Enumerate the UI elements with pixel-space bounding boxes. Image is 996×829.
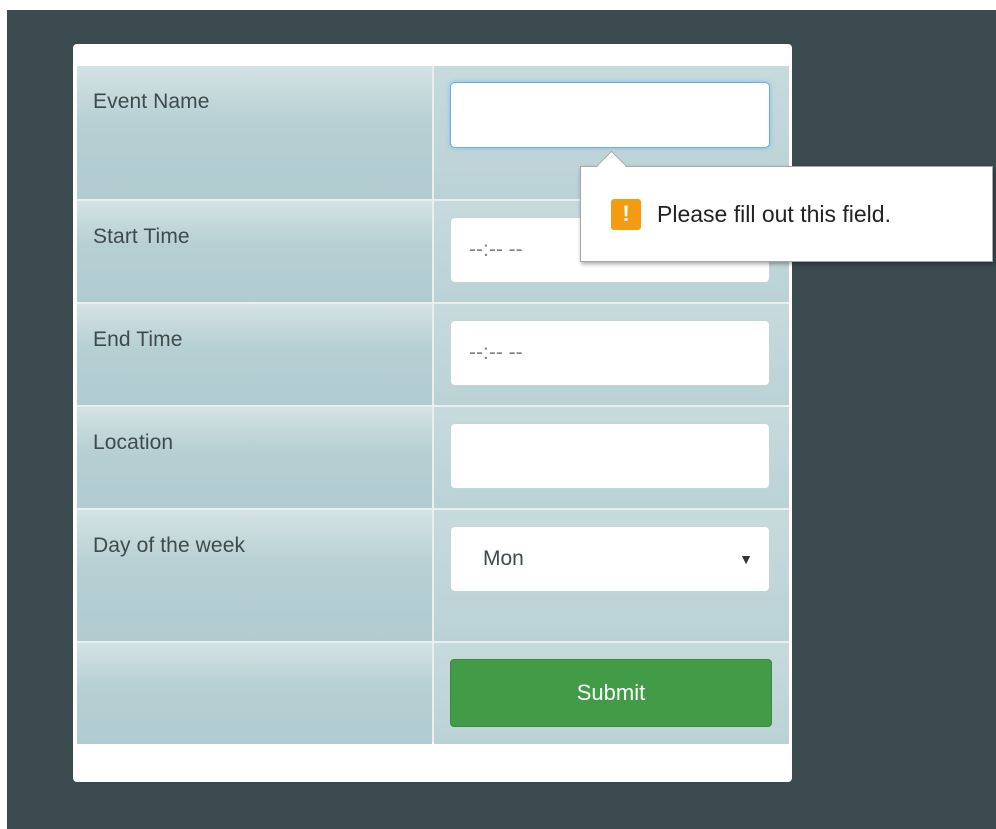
submit-button[interactable]: Submit <box>450 659 772 727</box>
location-input[interactable] <box>450 423 770 489</box>
event-name-label: Event Name <box>77 66 432 199</box>
day-of-week-select[interactable]: Mon ▼ <box>450 526 770 592</box>
day-of-week-label: Day of the week <box>77 510 432 641</box>
end-time-input[interactable]: --:-- -- <box>450 320 770 386</box>
submit-cell: Submit <box>434 643 789 744</box>
dropdown-caret-icon: ▼ <box>739 551 753 567</box>
warning-icon: ! <box>611 198 641 230</box>
end-time-cell: --:-- -- <box>434 304 789 405</box>
location-cell <box>434 407 789 508</box>
start-time-label: Start Time <box>77 201 432 302</box>
empty-label-cell <box>77 643 432 744</box>
end-time-label: End Time <box>77 304 432 405</box>
validation-message: Please fill out this field. <box>657 200 891 227</box>
validation-tooltip: ! Please fill out this field. <box>580 150 993 262</box>
location-label: Location <box>77 407 432 508</box>
day-of-week-cell: Mon ▼ <box>434 510 789 641</box>
day-of-week-value: Mon <box>483 547 524 570</box>
event-name-input[interactable] <box>450 82 770 148</box>
